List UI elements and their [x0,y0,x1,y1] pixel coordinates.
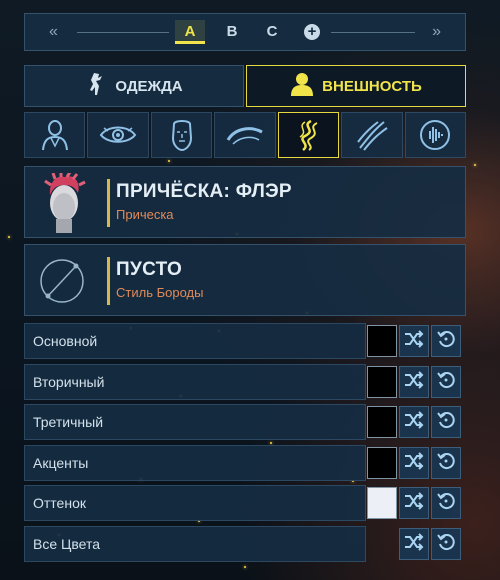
color-row-label: Оттенок [33,495,86,511]
loadout-slot-b[interactable]: B [217,20,247,44]
hairstyle-item[interactable]: ПРИЧЁСКА: ФЛЭР Прическа [24,166,466,238]
shuffle-icon [404,410,424,434]
slashes-icon [357,121,388,151]
reset-button[interactable] [431,366,461,398]
shuffle-all-button[interactable] [399,528,429,560]
reset-icon [437,533,455,556]
shuffle-icon [404,370,424,394]
divider [107,179,110,227]
hair-strands-icon [299,119,318,151]
hairstyle-thumbnail [33,171,95,233]
voice-wave-icon [420,120,451,150]
color-row-accents: Акценты [24,445,466,481]
item-subtitle: Стиль Бороды [116,285,204,300]
shuffle-icon [404,491,424,515]
loadout-bar: « A B C + » [24,13,466,51]
shuffle-button[interactable] [399,406,429,438]
category-eyes[interactable] [87,112,149,158]
loadout-slot-a[interactable]: A [175,20,205,44]
category-markings[interactable] [341,112,403,158]
face-mask-icon [171,120,192,152]
category-eyebrows[interactable] [214,112,276,158]
item-title: ПРИЧЁСКА: ФЛЭР [116,181,292,202]
reset-icon [437,452,455,475]
eye-icon [99,126,137,143]
shuffle-button[interactable] [399,366,429,398]
figure-icon [85,71,107,101]
tab-label: ОДЕЖДА [115,77,183,95]
reset-button[interactable] [431,325,461,357]
divider [331,32,415,33]
reset-icon [437,411,455,434]
shuffle-button[interactable] [399,325,429,357]
color-row-label: Все Цвета [33,536,101,552]
tab-label: ВНЕШНОСТЬ [322,77,422,95]
color-row-label: Третичный [33,414,104,430]
beard-item[interactable]: ПУСТО Стиль Бороды [24,244,466,316]
color-swatch[interactable] [367,487,397,519]
reset-button[interactable] [431,447,461,479]
empty-slot-icon [33,251,95,311]
shuffle-button[interactable] [399,447,429,479]
color-row-primary: Основной [24,323,466,359]
reset-icon [437,492,455,515]
item-title: ПУСТО [116,259,183,280]
shuffle-icon [404,329,424,353]
shuffle-icon [404,451,424,475]
reset-button[interactable] [431,487,461,519]
color-row-tint: Оттенок [24,485,466,521]
tab-clothing[interactable]: ОДЕЖДА [24,65,244,107]
category-bar [24,112,466,158]
person-silhouette-icon [290,71,314,101]
loadout-slot-c[interactable]: C [257,20,287,44]
tab-appearance[interactable]: ВНЕШНОСТЬ [246,65,466,107]
category-face[interactable] [150,112,213,158]
eyebrow-icon [226,127,263,145]
reset-button[interactable] [431,406,461,438]
reset-icon [437,371,455,394]
color-swatch[interactable] [367,325,397,357]
divider [107,257,110,305]
category-hair[interactable] [277,112,340,158]
color-swatch[interactable] [367,406,397,438]
category-body[interactable] [24,112,86,158]
color-row-all-colors: Все Цвета [24,526,466,562]
add-loadout-icon[interactable]: + [304,24,320,40]
reset-icon [437,330,455,353]
color-row-tertiary: Третичный [24,404,466,440]
body-bust-icon [41,120,68,151]
color-row-label: Вторичный [33,374,105,390]
color-swatch[interactable] [367,366,397,398]
divider [77,32,169,33]
shuffle-icon [404,532,424,556]
color-row-label: Основной [33,333,98,349]
color-row-secondary: Вторичный [24,364,466,400]
color-row-label: Акценты [33,455,89,471]
item-subtitle: Прическа [116,207,174,222]
shuffle-button[interactable] [399,487,429,519]
double-chevron-right-icon[interactable]: » [432,23,441,41]
color-swatch[interactable] [367,447,397,479]
category-voice[interactable] [404,112,466,158]
double-chevron-left-icon[interactable]: « [49,23,58,41]
reset-all-button[interactable] [431,528,461,560]
